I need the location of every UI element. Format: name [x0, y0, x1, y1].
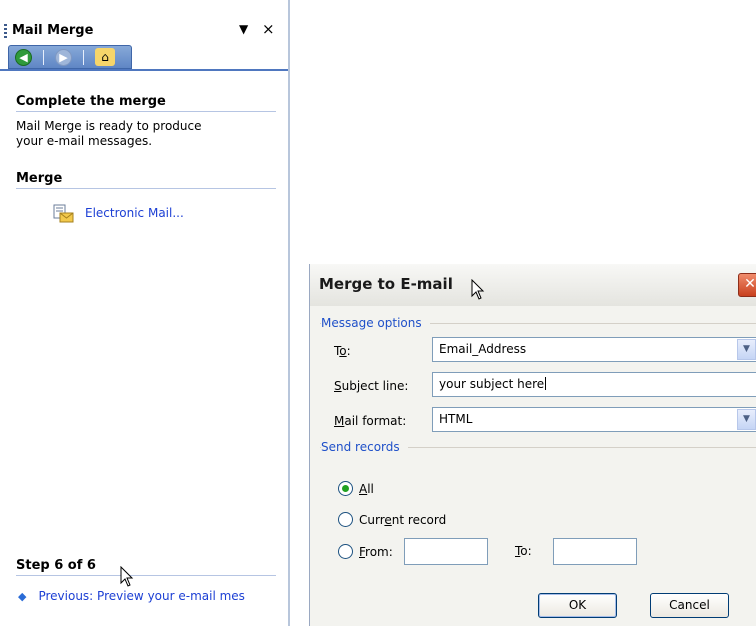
complete-merge-desc-line2: your e-mail messages.	[16, 134, 153, 148]
home-icon[interactable]: ⌂	[95, 48, 115, 66]
mouse-pointer-icon	[120, 566, 134, 587]
to-record-label: To:	[515, 544, 532, 558]
mail-format-dropdown-icon[interactable]: ▼	[737, 409, 756, 430]
subject-line-value: your subject here	[439, 377, 545, 391]
send-records-label: Send records	[321, 440, 408, 454]
message-options-label: Message options	[321, 316, 430, 330]
step-heading: Step 6 of 6	[16, 558, 276, 576]
task-pane-title: Mail Merge	[12, 23, 94, 38]
task-pane-title-bar: Mail Merge ▼ ×	[0, 20, 288, 46]
nav-divider	[0, 69, 288, 71]
pane-menu-dropdown-icon[interactable]: ▼	[239, 22, 248, 36]
subject-line-label: Subject line:	[334, 379, 409, 393]
forward-arrow-icon[interactable]: ▶	[55, 49, 72, 66]
previous-arrow-icon: ◆	[18, 590, 27, 603]
email-merge-icon	[53, 204, 74, 223]
mail-merge-task-pane: Mail Merge ▼ × ◀ ▶ ⌂ Complete the merge …	[0, 0, 290, 626]
to-record-input[interactable]	[553, 538, 637, 565]
dialog-title: Merge to E-mail	[319, 275, 453, 293]
radio-selected-icon	[338, 481, 353, 496]
subject-line-input[interactable]: your subject here	[432, 372, 756, 397]
to-field-value: Email_Address	[439, 342, 527, 356]
ok-button[interactable]: OK	[538, 593, 617, 618]
mail-format-select[interactable]: HTML ▼	[432, 407, 756, 432]
all-records-radio[interactable]: All	[338, 481, 374, 496]
nav-separator	[43, 50, 44, 65]
nav-separator	[83, 50, 84, 65]
mail-format-label: Mail format:	[334, 414, 407, 428]
cancel-button[interactable]: Cancel	[650, 593, 729, 618]
merge-heading: Merge	[16, 171, 276, 189]
mail-format-value: HTML	[439, 412, 473, 426]
radio-unselected-icon	[338, 512, 353, 527]
to-label: To:	[334, 344, 351, 358]
dialog-title-bar[interactable]: Merge to E-mail ✕	[310, 264, 756, 306]
current-record-radio[interactable]: Current record	[338, 512, 446, 527]
previous-step-label: Previous: Preview your e-mail mes	[38, 589, 245, 603]
back-arrow-icon[interactable]: ◀	[15, 49, 32, 66]
mouse-pointer-icon	[471, 279, 485, 300]
pane-close-icon[interactable]: ×	[262, 20, 275, 38]
to-field-select[interactable]: Email_Address ▼	[432, 337, 756, 362]
task-pane-nav-bar: ◀ ▶ ⌂	[8, 45, 132, 69]
to-dropdown-icon[interactable]: ▼	[737, 339, 756, 360]
text-caret	[545, 377, 547, 390]
merge-to-email-dialog: Merge to E-mail ✕ Message options To: Em…	[309, 264, 756, 626]
dialog-close-icon[interactable]: ✕	[738, 273, 756, 297]
electronic-mail-label: Electronic Mail...	[85, 206, 184, 220]
from-record-radio[interactable]: From:	[338, 544, 393, 559]
complete-merge-heading: Complete the merge	[16, 94, 276, 112]
from-record-input[interactable]	[404, 538, 488, 565]
complete-merge-desc-line1: Mail Merge is ready to produce	[16, 119, 202, 133]
radio-unselected-icon	[338, 544, 353, 559]
drag-grip-icon[interactable]	[4, 24, 7, 40]
previous-step-link[interactable]: ◆ Previous: Preview your e-mail mes	[18, 589, 268, 603]
